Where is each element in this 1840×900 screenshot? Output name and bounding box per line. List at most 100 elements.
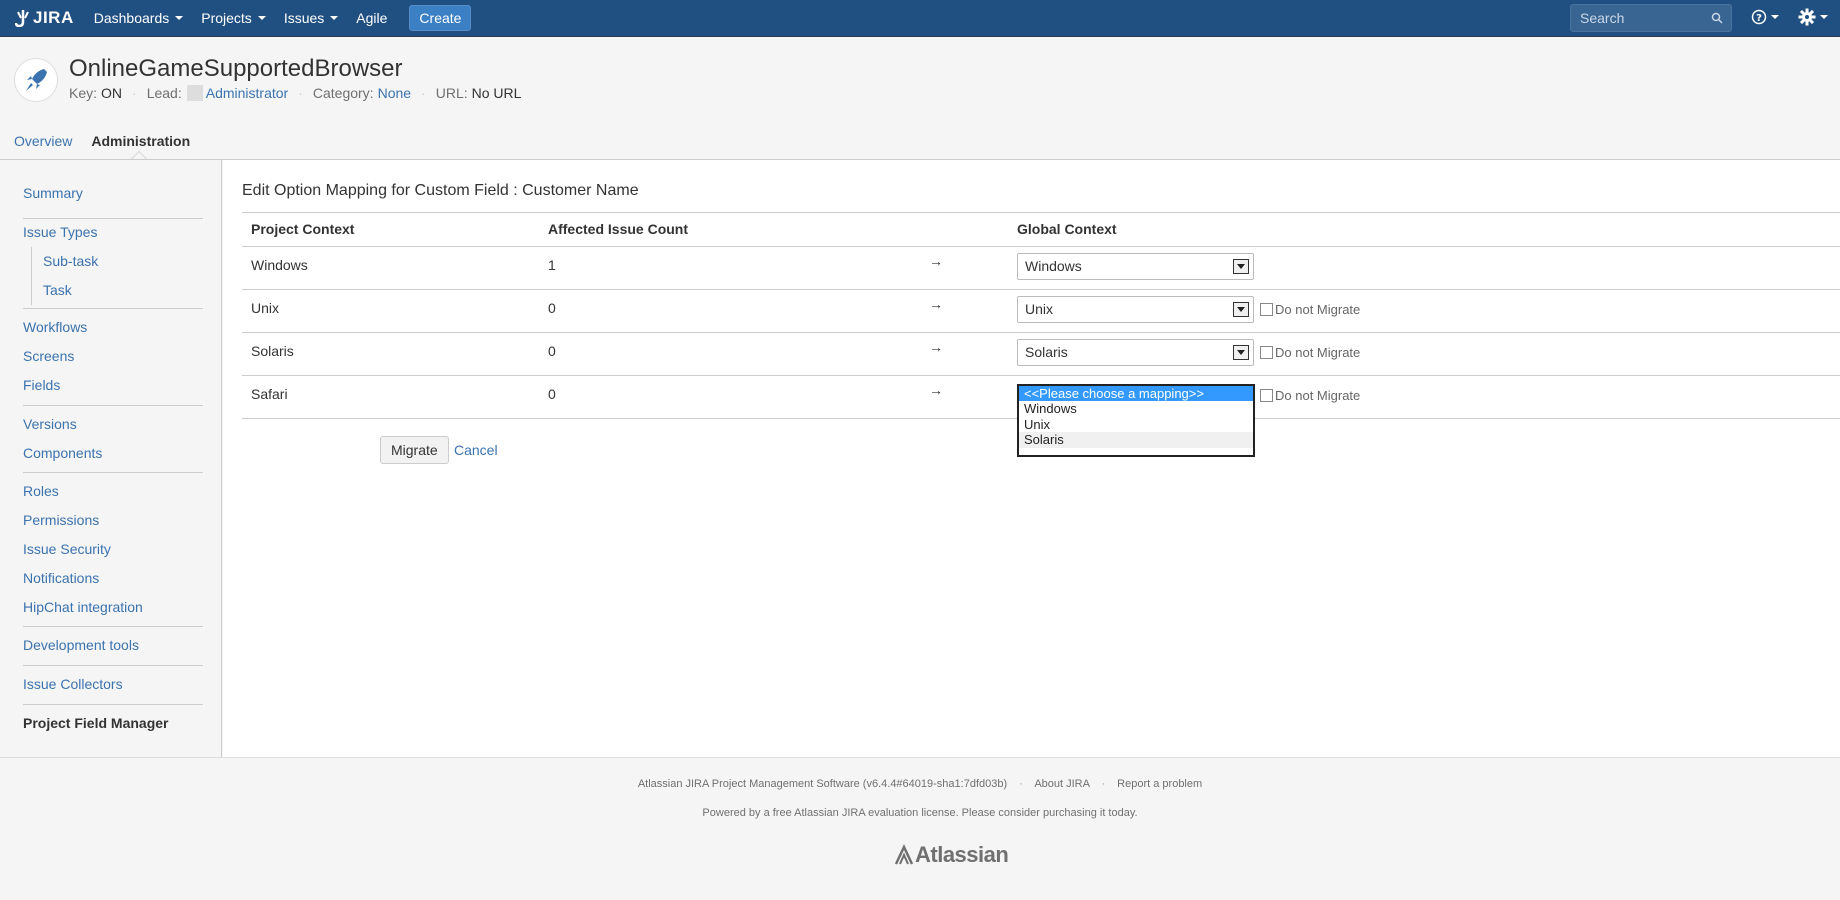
footer-software-version: Atlassian JIRA Project Management Softwa… [637, 778, 1008, 790]
create-button[interactable]: Create [409, 5, 472, 31]
jira-logo-icon [15, 10, 29, 27]
svg-text:?: ? [1756, 13, 1762, 24]
column-header-global-context: Global Context [1008, 213, 1840, 247]
table-row: Safari 0 → <<Please choose a mapping>> W… [242, 375, 1840, 457]
column-header-arrow [920, 213, 1008, 247]
nav-dashboards-label: Dashboards [93, 10, 170, 26]
footer-separator: · [1101, 778, 1106, 790]
affected-count-cell: 1 [539, 246, 920, 290]
do-not-migrate-label: Do not Migrate [1275, 344, 1361, 360]
listbox-option[interactable]: <<Please choose a mapping>> [1019, 385, 1253, 401]
tab-administration[interactable]: Administration [91, 133, 190, 149]
sidebar-item-versions[interactable]: Versions [23, 410, 203, 439]
do-not-migrate-checkbox[interactable] [1260, 302, 1273, 316]
main-content: Edit Option Mapping for Custom Field : C… [223, 160, 1840, 757]
nav-issues[interactable]: Issues [284, 10, 339, 26]
do-not-migrate-unix[interactable]: Do not Migrate [1260, 302, 1360, 317]
sidebar-group-issue-types: Issue Types Sub-task Task [23, 218, 203, 305]
migrate-button[interactable]: Migrate [380, 436, 449, 464]
sidebar-item-components[interactable]: Components [23, 439, 203, 468]
sidebar-group-field-manager: Project Field Manager [23, 709, 203, 738]
global-context-controls: <<Please choose a mapping>> Windows Unix… [1017, 383, 1840, 457]
mapping-select-value: Unix [1025, 301, 1054, 317]
sidebar-item-dev-tools[interactable]: Development tools [23, 631, 203, 660]
sidebar-item-issue-security[interactable]: Issue Security [23, 535, 203, 564]
user-avatar-icon [186, 85, 203, 101]
do-not-migrate-safari[interactable]: Do not Migrate [1260, 388, 1360, 403]
nav-projects-label: Projects [201, 10, 252, 26]
search-input[interactable] [1571, 10, 1706, 26]
mapping-select-solaris[interactable]: Solaris [1017, 338, 1254, 366]
do-not-migrate-solaris[interactable]: Do not Migrate [1260, 345, 1360, 360]
admin-menu[interactable] [1798, 8, 1828, 26]
about-jira-link[interactable]: About JIRA [1034, 778, 1089, 790]
listbox-option[interactable]: Windows [1019, 401, 1253, 417]
table-row: Windows 1 → Windows [242, 246, 1840, 290]
sidebar-item-sub-task[interactable]: Sub-task [31, 247, 203, 276]
listbox-option[interactable]: Unix [1019, 417, 1253, 433]
sidebar-item-project-field-manager[interactable]: Project Field Manager [23, 709, 203, 738]
active-tab-indicator [131, 151, 147, 159]
sidebar-divider [23, 665, 203, 666]
global-context-controls: Windows [1017, 252, 1840, 284]
option-mapping-table: Project Context Affected Issue Count Glo… [242, 213, 1840, 457]
mapping-select-value: Windows [1025, 258, 1082, 274]
column-header-affected-count: Affected Issue Count [539, 213, 920, 247]
dropdown-arrow-icon [1233, 301, 1249, 317]
do-not-migrate-label: Do not Migrate [1275, 301, 1361, 317]
mapping-select-safari[interactable]: <<Please choose a mapping>> Windows Unix… [1017, 383, 1255, 457]
sidebar-item-notifications[interactable]: Notifications [23, 564, 203, 593]
report-problem-link[interactable]: Report a problem [1117, 778, 1202, 790]
nav-projects[interactable]: Projects [201, 10, 266, 26]
sidebar-item-issue-collectors[interactable]: Issue Collectors [23, 670, 203, 699]
do-not-migrate-label: Do not Migrate [1275, 387, 1361, 403]
global-context-cell: Solaris Do not Migrate [1008, 332, 1840, 376]
url-value: No URL [471, 85, 522, 101]
sidebar-group-versions: Versions Components [23, 410, 203, 468]
listbox-option[interactable]: Solaris [1019, 432, 1253, 448]
atlassian-logo-text: Atlassian [915, 842, 1009, 867]
sidebar-item-issue-types[interactable]: Issue Types [23, 218, 203, 247]
project-avatar[interactable] [14, 58, 58, 102]
sidebar-divider [23, 626, 203, 627]
search-box [1570, 4, 1732, 32]
sidebar-item-hipchat[interactable]: HipChat integration [23, 593, 203, 622]
mapping-select-unix[interactable]: Unix [1017, 295, 1254, 323]
search-icon[interactable] [1711, 12, 1723, 24]
cancel-link[interactable]: Cancel [454, 442, 498, 458]
sidebar-item-summary[interactable]: Summary [23, 179, 203, 208]
nav-agile[interactable]: Agile [356, 10, 387, 26]
sidebar-item-task[interactable]: Task [31, 276, 203, 305]
sidebar-group-config: Workflows Screens Fields [23, 313, 203, 400]
do-not-migrate-checkbox[interactable] [1260, 345, 1273, 359]
affected-count-cell: 0 [539, 289, 920, 333]
right-arrow-icon: → [920, 289, 1008, 333]
do-not-migrate-checkbox[interactable] [1260, 388, 1273, 402]
rocket-icon [26, 69, 47, 91]
right-arrow-icon: → [920, 332, 1008, 376]
tab-overview[interactable]: Overview [14, 133, 72, 149]
mapping-select-value: Solaris [1025, 344, 1068, 360]
mapping-listbox[interactable]: <<Please choose a mapping>> Windows Unix… [1017, 383, 1255, 457]
table-row: Unix 0 → Unix Do not Migrate [242, 289, 1840, 333]
sidebar-item-screens[interactable]: Screens [23, 342, 203, 371]
atlassian-logo[interactable]: Atlassian [893, 842, 1009, 868]
category-link[interactable]: None [378, 85, 411, 101]
gear-icon [1798, 8, 1816, 26]
jira-logo[interactable]: JIRA [15, 8, 74, 28]
mapping-select-windows[interactable]: Windows [1017, 252, 1254, 280]
project-tabs: Overview Administration [0, 122, 1840, 160]
sidebar-item-fields[interactable]: Fields [23, 371, 203, 400]
right-arrow-icon: → [920, 375, 1008, 419]
help-menu[interactable]: ? [1751, 9, 1779, 25]
sidebar-group-security: Roles Permissions Issue Security Notific… [23, 477, 203, 622]
nav-agile-label: Agile [356, 10, 388, 26]
lead-link[interactable]: Administrator [206, 85, 288, 101]
sidebar-item-roles[interactable]: Roles [23, 477, 203, 506]
project-context-cell: Solaris [242, 332, 539, 376]
sidebar-item-workflows[interactable]: Workflows [23, 313, 203, 342]
sidebar-item-permissions[interactable]: Permissions [23, 506, 203, 535]
global-context-cell: <<Please choose a mapping>> Windows Unix… [1008, 375, 1840, 457]
project-context-cell: Safari [242, 375, 539, 419]
nav-dashboards[interactable]: Dashboards [94, 10, 184, 26]
